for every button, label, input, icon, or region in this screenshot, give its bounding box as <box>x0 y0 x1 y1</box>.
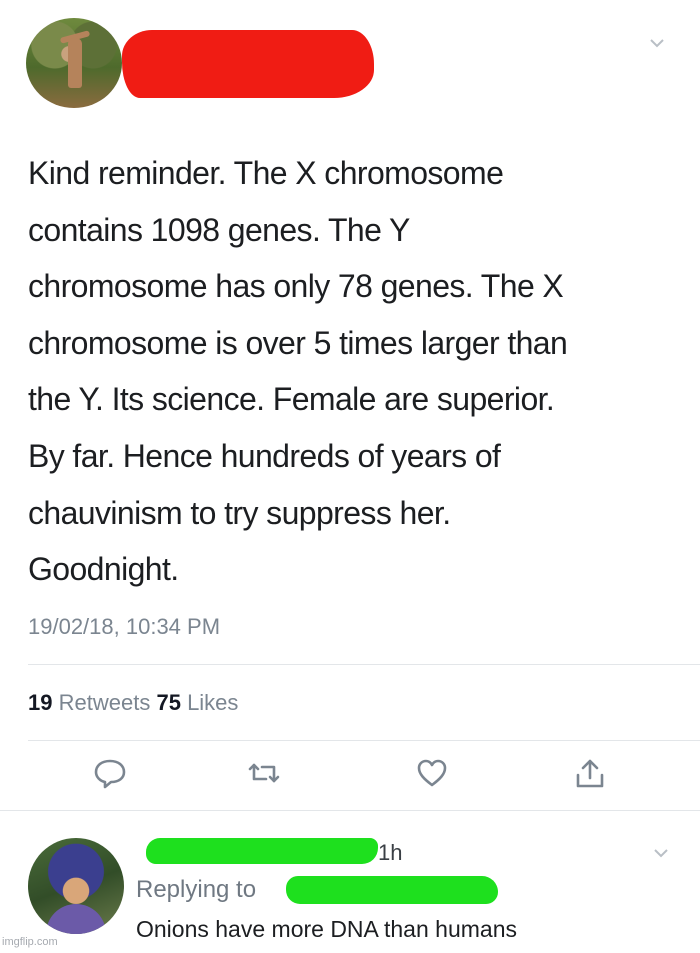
avatar-figure <box>68 38 82 88</box>
reply-time[interactable]: 1h <box>378 840 402 866</box>
divider <box>28 740 700 741</box>
like-label[interactable]: Likes <box>187 690 238 715</box>
divider <box>0 810 700 811</box>
tweet-stats: 19 Retweets 75 Likes <box>28 690 238 716</box>
redacted-author-name <box>122 30 374 98</box>
chevron-down-icon[interactable] <box>654 846 668 860</box>
share-icon[interactable] <box>572 755 608 791</box>
retweet-icon[interactable] <box>246 755 282 791</box>
author-avatar[interactable] <box>26 18 122 108</box>
retweet-label[interactable]: Retweets <box>59 690 151 715</box>
like-count[interactable]: 75 <box>156 690 180 715</box>
reply-text: Onions have more DNA than humans <box>136 916 517 942</box>
heart-icon[interactable] <box>414 755 450 791</box>
reply-icon[interactable] <box>92 755 128 791</box>
avatar-figure <box>46 904 106 934</box>
chevron-down-icon[interactable] <box>650 36 664 50</box>
replying-to-label: Replying to <box>136 876 257 903</box>
redacted-replying-to-handle <box>286 876 498 904</box>
reply-author-avatar[interactable] <box>28 838 124 934</box>
tweet-timestamp[interactable]: 19/02/18, 10:34 PM <box>28 614 220 640</box>
watermark: imgflip.com <box>2 936 58 948</box>
redacted-reply-author <box>146 838 378 864</box>
divider <box>28 664 700 665</box>
retweet-count[interactable]: 19 <box>28 690 52 715</box>
tweet-text: Kind reminder. The X chromosome contains… <box>28 155 568 588</box>
